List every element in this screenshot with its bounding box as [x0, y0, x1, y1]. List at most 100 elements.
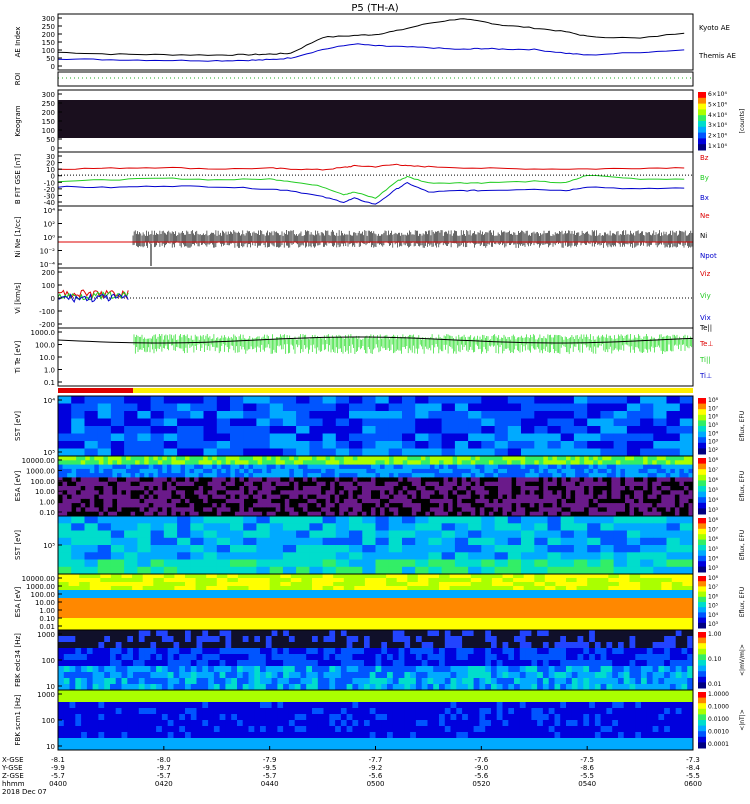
esa2-cell [545, 590, 556, 595]
esa1-cell [593, 477, 598, 482]
fbk2-cell [670, 690, 676, 697]
fbk1-cell [376, 666, 382, 673]
sst1-cell [71, 404, 85, 412]
esa1-cell [548, 456, 553, 461]
esa1-cell [625, 460, 630, 465]
esa1-cell [652, 490, 657, 495]
fbk1-cell [197, 672, 203, 679]
fbk1-cell [329, 666, 335, 673]
esa1-cell [593, 469, 598, 474]
fbk1-cell [514, 672, 520, 679]
fbk1-cell [145, 630, 151, 637]
fbk2-cell [277, 702, 283, 709]
fbk2-cell [572, 696, 578, 703]
esa1-cell [244, 503, 249, 508]
esa1-cell [666, 473, 671, 478]
fbk1-cell [358, 672, 364, 679]
fbk1-cell [520, 666, 526, 673]
esa1-cell [421, 482, 426, 487]
fbk1-cell [399, 636, 405, 643]
sst1-cell [521, 404, 535, 412]
esa1-cell [262, 456, 267, 461]
fbk1-cell [335, 630, 341, 637]
fbk1-cell [543, 672, 549, 679]
esa2-cell [630, 622, 641, 627]
esa2-cell [312, 610, 323, 615]
esa2-cell [503, 586, 514, 591]
sst1-cell [323, 449, 337, 457]
sst2-cell [270, 531, 284, 539]
esa1-cell [153, 469, 158, 474]
esa1-cell [371, 482, 376, 487]
esa1-cell [176, 507, 181, 512]
esa1-cell [357, 465, 362, 470]
fbk2-cell [64, 690, 70, 697]
fbk2-cell [179, 702, 185, 709]
esa1-cell [94, 469, 99, 474]
esa1-cell [58, 495, 63, 500]
esa1-cell [135, 460, 140, 465]
esa1-cell [185, 499, 190, 504]
fbk2-cell [220, 690, 226, 697]
sst1-cell [680, 449, 694, 457]
esa1-cell [90, 507, 95, 512]
fbk1-cell [439, 648, 445, 655]
esa1-cell [230, 482, 235, 487]
esa1-cell [503, 477, 508, 482]
fbk1-cell [624, 672, 630, 679]
esa2-cell [301, 590, 312, 595]
esa1-cell [289, 473, 294, 478]
fbk1-cell [399, 630, 405, 637]
esa1-cell [412, 477, 417, 482]
esa2-cell [196, 622, 207, 627]
fbk1-cell [87, 666, 93, 673]
sst1-cell [402, 441, 416, 449]
esa1-cell [589, 469, 594, 474]
esa2-cell [280, 574, 291, 579]
esa1-cell [430, 503, 435, 508]
esa1-cell [552, 465, 557, 470]
esa1-cell [534, 473, 539, 478]
esa2-cell [545, 574, 556, 579]
esa1-cell [221, 507, 226, 512]
esa1-cell [135, 469, 140, 474]
fbk1-cell [387, 642, 393, 649]
esa1-cell [448, 490, 453, 495]
sst2-cell [667, 567, 681, 575]
sst2-cell [190, 538, 204, 546]
esa1-cell [90, 465, 95, 470]
sst1-cell [296, 434, 310, 442]
fbk1-cell [179, 642, 185, 649]
fbk2-cell [145, 696, 151, 703]
fbk2-cell [428, 690, 434, 697]
sst2-cell [574, 567, 588, 575]
esa1-cell [493, 473, 498, 478]
esa2-cell [661, 586, 672, 591]
esa1-cell [507, 490, 512, 495]
esa1-cell [602, 499, 607, 504]
esa2-cell [407, 606, 418, 611]
fbk2-cell [537, 690, 543, 697]
fbk1-cell [127, 636, 133, 643]
esa1-cell [435, 465, 440, 470]
esa2-cell [598, 578, 609, 583]
esa1-cell [425, 482, 430, 487]
esa2-cell [238, 578, 249, 583]
esa1-cell [489, 477, 494, 482]
fbk1-cell [399, 678, 405, 685]
esa2-cell [630, 594, 641, 599]
esa2-cell [174, 622, 185, 627]
fbk2-cell [122, 690, 128, 697]
esa1-cell [679, 482, 684, 487]
esa1-cell [457, 477, 462, 482]
sst2-cell [415, 552, 429, 560]
fbk1-cell [503, 672, 509, 679]
esa2-cell [376, 582, 387, 587]
esa1-cell [317, 507, 322, 512]
esa1-cell [444, 507, 449, 512]
esa1-cell [267, 477, 272, 482]
esa1-cell [149, 507, 154, 512]
esa1-cell [344, 460, 349, 465]
esa1-cell [543, 465, 548, 470]
esa2-cell [365, 590, 376, 595]
